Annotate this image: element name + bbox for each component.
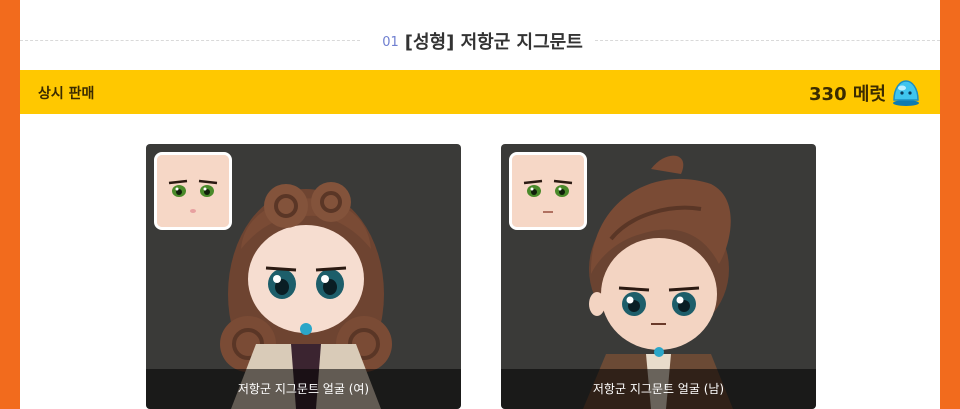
sale-type-label: 상시 판매 [38, 86, 95, 102]
divider-left [20, 40, 360, 41]
blue-slime-coin-icon [893, 80, 919, 106]
content-panel: 01 [성형] 저항군 지그문트 상시 판매 330 메럿 저항군 지그문트 얼… [20, 0, 940, 409]
male-face-thumbnail [509, 152, 587, 230]
female-item-caption: 저항군 지그문트 얼굴 (여) [146, 369, 461, 409]
male-item-caption: 저항군 지그문트 얼굴 (남) [501, 369, 816, 409]
section-title: 01 [성형] 저항군 지그문트 [370, 28, 595, 54]
divider-right [595, 40, 940, 41]
section-title-text: [성형] 저항군 지그문트 [404, 32, 583, 53]
section-header: 01 [성형] 저항군 지그문트 [20, 18, 940, 62]
section-number: 01 [382, 35, 399, 50]
item-card-male[interactable]: 저항군 지그문트 얼굴 (남) [501, 144, 816, 409]
sale-bar: 상시 판매 330 메럿 [20, 70, 940, 114]
female-face-thumbnail [154, 152, 232, 230]
price-label: 330 메럿 [809, 84, 886, 105]
item-card-female[interactable]: 저항군 지그문트 얼굴 (여) [146, 144, 461, 409]
